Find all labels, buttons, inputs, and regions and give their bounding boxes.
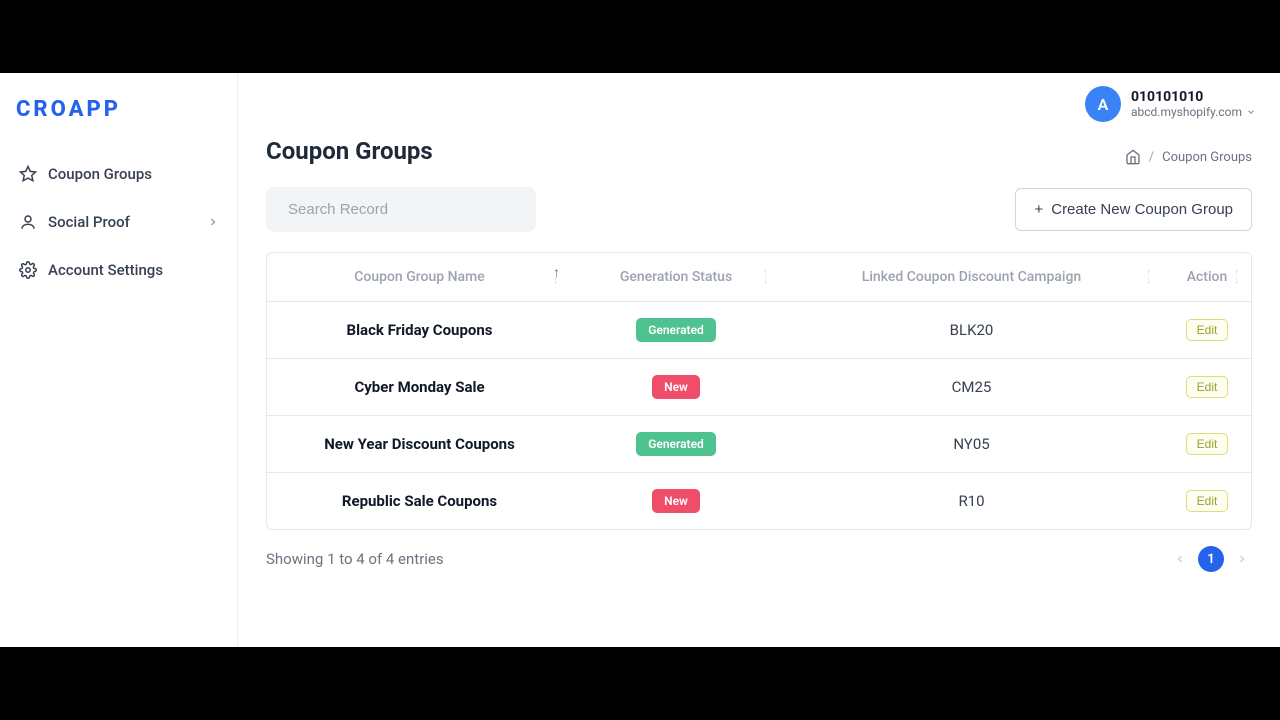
- cell-action: Edit: [1163, 359, 1251, 415]
- cell-name: Cyber Monday Sale: [267, 359, 572, 415]
- avatar: A: [1085, 86, 1121, 122]
- pagination-page-1[interactable]: 1: [1198, 546, 1224, 572]
- status-badge: Generated: [636, 432, 716, 456]
- column-header-campaign[interactable]: Linked Coupon Discount Campaign ↑↓: [780, 253, 1163, 301]
- user-icon: [18, 212, 38, 232]
- table-row: Cyber Monday Sale New CM25 Edit: [267, 359, 1251, 416]
- pagination: 1: [1170, 546, 1252, 572]
- status-badge: Generated: [636, 318, 716, 342]
- table-row: Black Friday Coupons Generated BLK20 Edit: [267, 302, 1251, 359]
- sidebar-item-coupon-groups[interactable]: Coupon Groups: [0, 150, 237, 198]
- table-row: New Year Discount Coupons Generated NY05 Ed…: [267, 416, 1251, 473]
- column-header-name[interactable]: Coupon Group Name ↑↓: [267, 253, 572, 301]
- sidebar-item-label: Account Settings: [48, 261, 219, 279]
- sidebar: CROAPP Coupon Groups Social Proof Accoun…: [0, 73, 238, 647]
- cell-campaign: BLK20: [780, 302, 1163, 358]
- logo: CROAPP: [0, 97, 237, 150]
- status-badge: New: [652, 375, 700, 399]
- sort-icon: ↑↓: [553, 269, 560, 285]
- coupon-groups-table: Coupon Group Name ↑↓ Generation Status ↑…: [266, 252, 1252, 530]
- create-coupon-group-button[interactable]: + Create New Coupon Group: [1015, 188, 1252, 231]
- sidebar-item-account-settings[interactable]: Account Settings: [0, 246, 237, 294]
- home-icon[interactable]: [1125, 149, 1141, 165]
- cell-name: New Year Discount Coupons: [267, 416, 572, 472]
- star-icon: [18, 164, 38, 184]
- cell-action: Edit: [1163, 416, 1251, 472]
- breadcrumb-separator: /: [1149, 150, 1154, 165]
- breadcrumb: / Coupon Groups: [1125, 149, 1252, 165]
- user-name: 010101010: [1131, 89, 1256, 105]
- sort-icon: ↑↓: [1146, 269, 1151, 285]
- pagination-prev[interactable]: [1170, 549, 1190, 569]
- gear-icon: [18, 260, 38, 280]
- cell-name: Republic Sale Coupons: [267, 473, 572, 529]
- user-menu[interactable]: A 010101010 abcd.myshopify.com: [1085, 86, 1256, 122]
- cell-campaign: NY05: [780, 416, 1163, 472]
- sort-icon: ↑↓: [1234, 269, 1239, 285]
- edit-button[interactable]: Edit: [1186, 319, 1229, 341]
- cell-status: Generated: [572, 416, 780, 472]
- plus-icon: +: [1034, 201, 1043, 218]
- column-header-status[interactable]: Generation Status ↑↓: [572, 253, 780, 301]
- edit-button[interactable]: Edit: [1186, 490, 1229, 512]
- chevron-down-icon: [1246, 107, 1256, 117]
- cell-action: Edit: [1163, 302, 1251, 358]
- page-title: Coupon Groups: [266, 137, 433, 165]
- edit-button[interactable]: Edit: [1186, 433, 1229, 455]
- pagination-next[interactable]: [1232, 549, 1252, 569]
- column-header-action[interactable]: Action ↑↓: [1163, 253, 1251, 301]
- sidebar-item-social-proof[interactable]: Social Proof: [0, 198, 237, 246]
- edit-button[interactable]: Edit: [1186, 376, 1229, 398]
- user-store: abcd.myshopify.com: [1131, 105, 1242, 119]
- chevron-right-icon: [207, 216, 219, 228]
- cell-campaign: CM25: [780, 359, 1163, 415]
- cell-status: New: [572, 359, 780, 415]
- table-header-row: Coupon Group Name ↑↓ Generation Status ↑…: [267, 253, 1251, 302]
- cell-name: Black Friday Coupons: [267, 302, 572, 358]
- create-button-label: Create New Coupon Group: [1051, 201, 1233, 218]
- status-badge: New: [652, 489, 700, 513]
- cell-status: Generated: [572, 302, 780, 358]
- sort-icon: ↑↓: [763, 269, 768, 285]
- cell-status: New: [572, 473, 780, 529]
- search-input[interactable]: [266, 187, 536, 232]
- cell-action: Edit: [1163, 473, 1251, 529]
- sidebar-item-label: Social Proof: [48, 213, 207, 231]
- cell-campaign: R10: [780, 473, 1163, 529]
- table-row: Republic Sale Coupons New R10 Edit: [267, 473, 1251, 529]
- breadcrumb-current: Coupon Groups: [1162, 150, 1252, 165]
- sidebar-item-label: Coupon Groups: [48, 165, 219, 183]
- pagination-summary: Showing 1 to 4 of 4 entries: [266, 550, 444, 568]
- main-content: Coupon Groups / Coupon Groups + Create N…: [238, 73, 1280, 647]
